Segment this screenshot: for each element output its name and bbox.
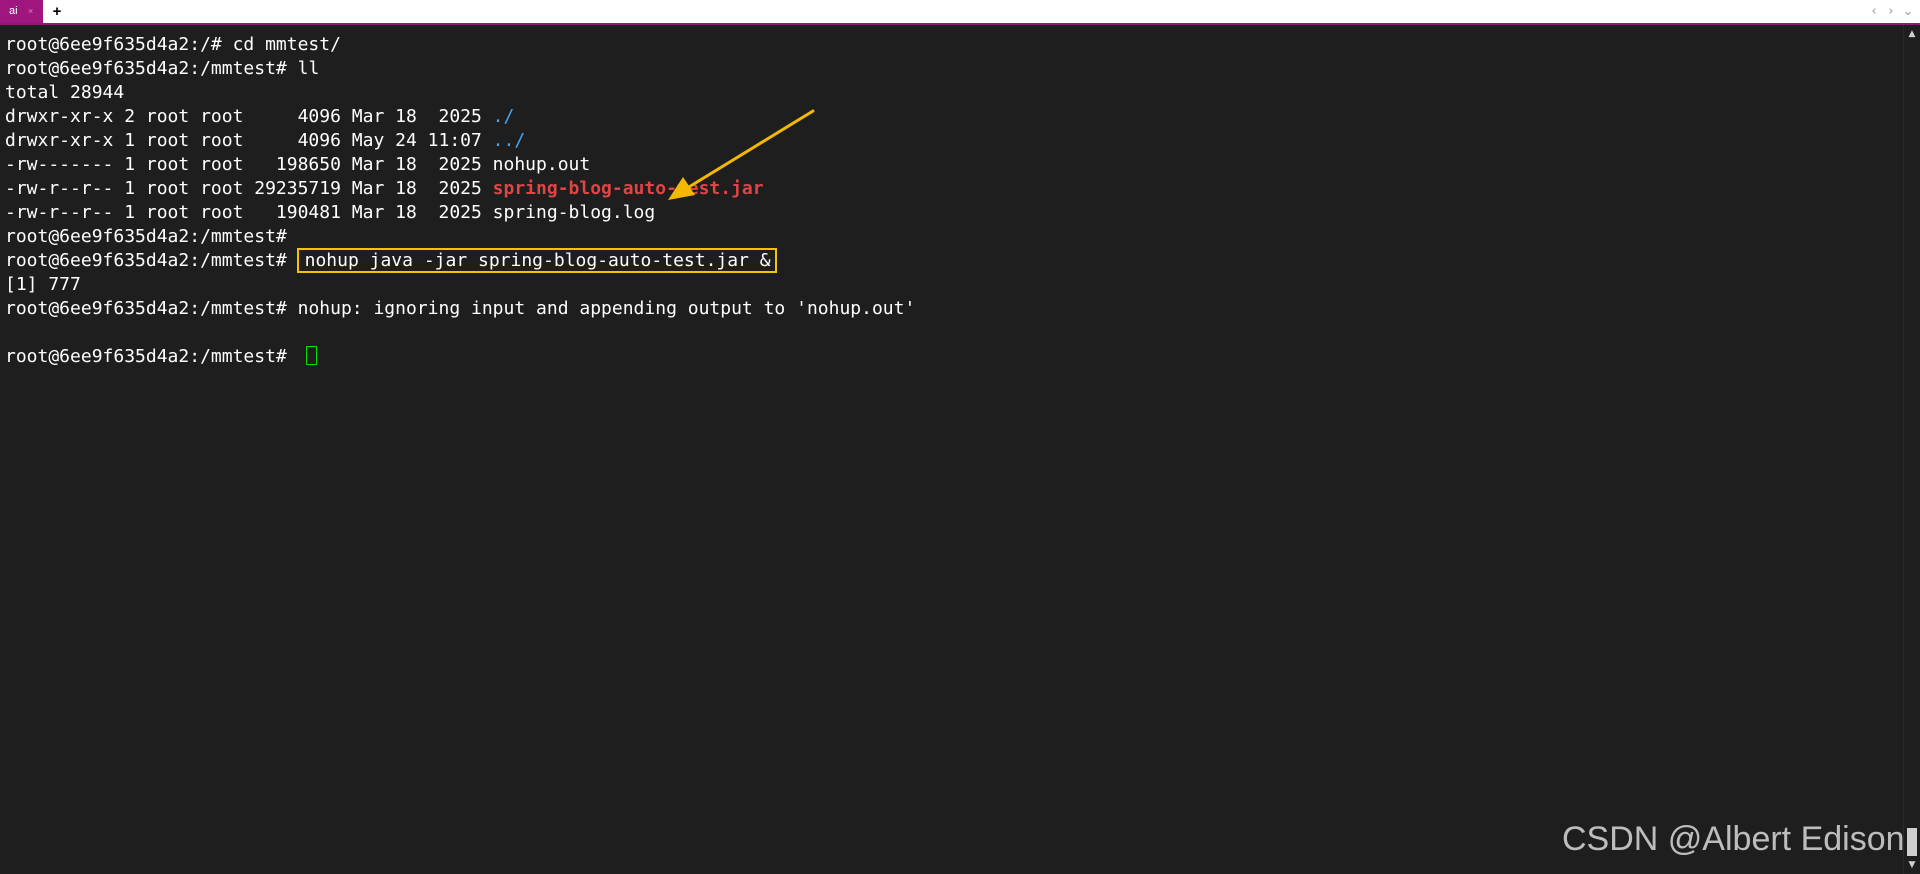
listing-name: nohup.out (492, 154, 591, 175)
cursor (305, 346, 317, 365)
nohup-output: nohup: ignoring input and appending outp… (297, 298, 916, 319)
new-tab-button[interactable]: + (49, 0, 65, 23)
command-text: cd mmtest/ (232, 34, 341, 55)
chevron-down-icon[interactable]: ⌄ (1901, 3, 1915, 21)
prompt: root@6ee9f635d4a2:/mmtest# (5, 298, 298, 319)
scroll-thumb[interactable] (1907, 828, 1917, 856)
watermark: CSDN @Albert Edison (1562, 820, 1905, 858)
highlighted-command: nohup java -jar spring-blog-auto-test.ja… (296, 248, 777, 273)
terminal-line: root@6ee9f635d4a2:/mmtest# (5, 225, 915, 249)
listing-name: ../ (492, 130, 526, 151)
terminal-line: root@6ee9f635d4a2:/mmtest# ll (5, 57, 915, 81)
prompt: root@6ee9f635d4a2:/mmtest# (5, 346, 298, 367)
total-text: total 28944 (5, 82, 125, 103)
arrow-icon (668, 109, 815, 200)
tab-close-icon[interactable]: × (28, 0, 33, 23)
chevron-right-icon[interactable]: › (1884, 3, 1898, 21)
listing-meta: -rw-r--r-- 1 root root 190481 Mar 18 202… (5, 202, 493, 223)
scroll-down-icon[interactable]: ▼ (1904, 858, 1920, 872)
terminal-line: total 28944 (5, 81, 915, 105)
terminal-line: [1] 777 (5, 273, 915, 297)
prompt: root@6ee9f635d4a2:/mmtest# (5, 226, 298, 247)
tab-bar: ai × + ‹ › ⌄ (0, 0, 1920, 25)
session-tab[interactable]: ai × (0, 0, 43, 23)
prompt: root@6ee9f635d4a2:/# (5, 34, 233, 55)
terminal-area[interactable]: root@6ee9f635d4a2:/# cd mmtest/ root@6ee… (0, 25, 1903, 874)
vertical-scrollbar[interactable]: ▲ ▼ (1903, 25, 1920, 874)
job-text: [1] 777 (5, 274, 81, 295)
terminal-line: root@6ee9f635d4a2:/# cd mmtest/ (5, 33, 915, 57)
listing-name: ./ (492, 106, 515, 127)
scroll-up-icon[interactable]: ▲ (1904, 27, 1920, 41)
prompt: root@6ee9f635d4a2:/mmtest# (5, 58, 298, 79)
command-text: ll (297, 58, 320, 79)
listing-name: spring-blog.log (492, 202, 656, 223)
listing-meta: drwxr-xr-x 1 root root 4096 May 24 11:07 (5, 130, 493, 151)
terminal-line: root@6ee9f635d4a2:/mmtest# nohup java -j… (5, 248, 915, 273)
listing-meta: -rw-r--r-- 1 root root 29235719 Mar 18 2… (5, 178, 493, 199)
session-tab-label: ai (9, 5, 18, 17)
listing-meta: -rw------- 1 root root 198650 Mar 18 202… (5, 154, 493, 175)
terminal-line: root@6ee9f635d4a2:/mmtest# (5, 345, 915, 369)
listing-meta: drwxr-xr-x 2 root root 4096 Mar 18 2025 (5, 106, 493, 127)
terminal-line: root@6ee9f635d4a2:/mmtest# nohup: ignori… (5, 297, 915, 321)
chevron-left-icon[interactable]: ‹ (1867, 3, 1881, 21)
prompt: root@6ee9f635d4a2:/mmtest# (5, 250, 298, 271)
